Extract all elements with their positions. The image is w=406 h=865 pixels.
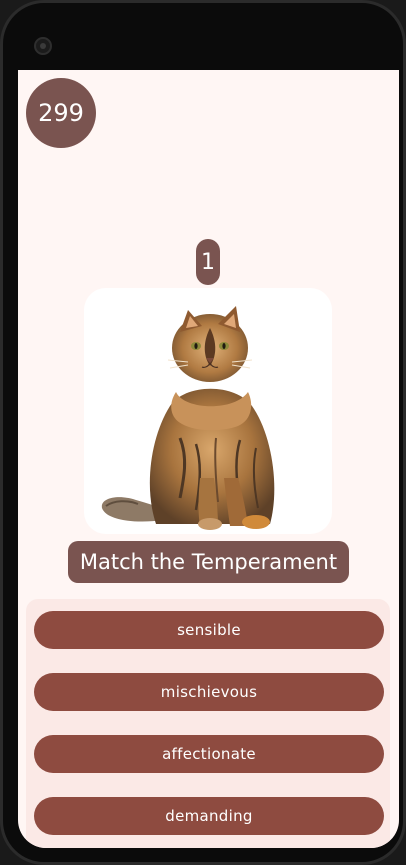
cat-image-card <box>84 288 332 534</box>
front-camera <box>34 37 52 55</box>
score-badge: 299 <box>26 78 96 148</box>
options-panel: sensible mischievous affectionate demand… <box>26 599 390 848</box>
prompt-title: Match the Temperament <box>68 541 349 583</box>
option-button-mischievous[interactable]: mischievous <box>34 673 384 711</box>
option-button-sensible[interactable]: sensible <box>34 611 384 649</box>
option-button-demanding[interactable]: demanding <box>34 797 384 835</box>
option-button-affectionate[interactable]: affectionate <box>34 735 384 773</box>
question-counter: 1 <box>196 239 220 285</box>
app-screen: 299 1 Match the Temperament sensible mis… <box>18 70 399 848</box>
cat-image <box>101 306 275 530</box>
phone-frame: 299 1 Match the Temperament sensible mis… <box>0 0 406 865</box>
